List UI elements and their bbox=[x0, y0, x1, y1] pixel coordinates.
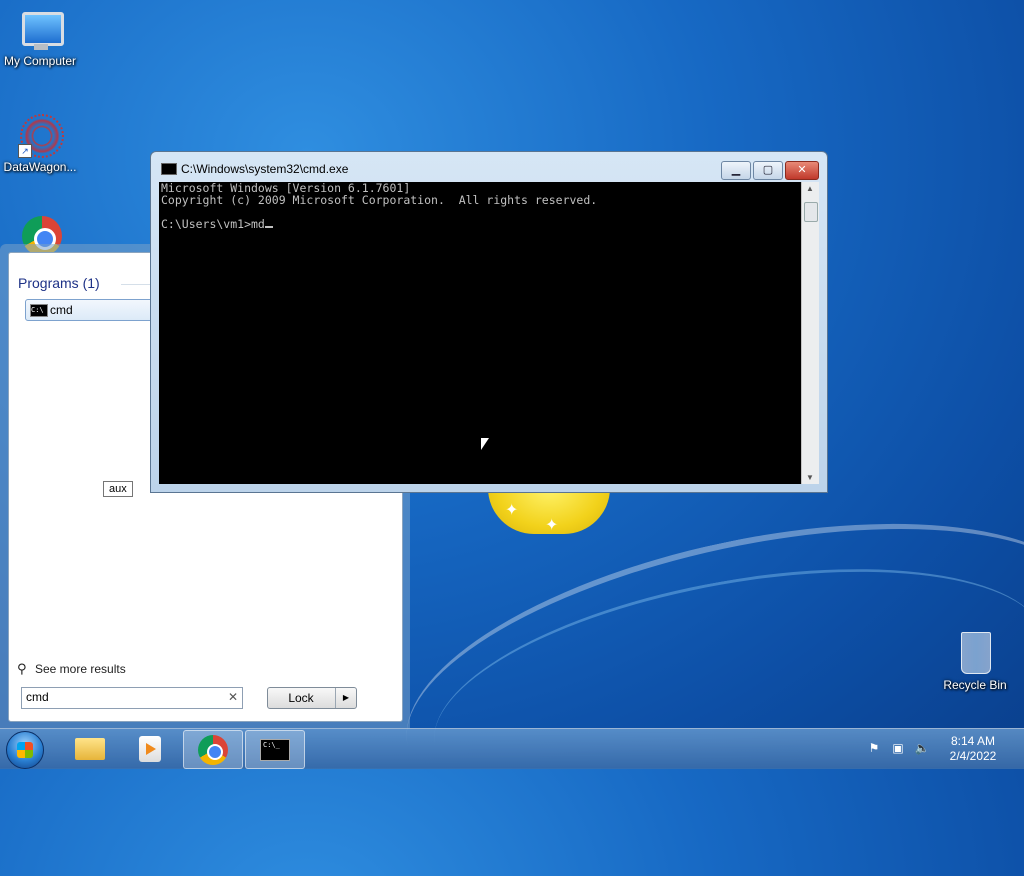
sparkle-icon: ✦ bbox=[505, 502, 519, 519]
computer-icon bbox=[16, 8, 64, 52]
program-result-label: cmd bbox=[50, 303, 73, 317]
sparkle-icon: ✦ bbox=[545, 517, 559, 534]
scroll-thumb[interactable] bbox=[804, 202, 818, 222]
lock-button[interactable]: Lock ▶ bbox=[267, 687, 357, 709]
taskbar-media-player-button[interactable] bbox=[121, 730, 179, 767]
media-player-icon bbox=[139, 736, 161, 762]
windows-logo-icon bbox=[17, 742, 33, 758]
mouse-cursor-icon bbox=[481, 438, 489, 450]
clear-search-icon[interactable]: ✕ bbox=[228, 690, 238, 704]
clock-time: 8:14 AM bbox=[950, 734, 996, 748]
cmd-icon: C:\ bbox=[30, 304, 48, 317]
scroll-down-icon[interactable]: ▼ bbox=[806, 473, 814, 482]
see-more-results-link[interactable]: ⚲ See more results bbox=[17, 661, 126, 677]
cmd-icon: C:\_ bbox=[260, 739, 290, 761]
folder-icon bbox=[75, 738, 105, 760]
desktop-icon-label: My Computer bbox=[3, 54, 77, 68]
console-line: Copyright (c) 2009 Microsoft Corporation… bbox=[161, 193, 598, 207]
volume-icon[interactable]: 🔈 bbox=[914, 741, 930, 755]
start-button[interactable] bbox=[6, 731, 44, 769]
tooltip: aux bbox=[103, 481, 133, 497]
chrome-icon bbox=[198, 735, 228, 765]
desktop-icon-datawagon[interactable]: ↗ DataWagon... bbox=[0, 114, 80, 174]
system-clock[interactable]: 8:14 AM 2/4/2022 bbox=[936, 734, 1010, 764]
taskbar-chrome-button[interactable] bbox=[183, 730, 243, 769]
cmd-window[interactable]: C:\Windows\system32\cmd.exe ▁ ▢ ✕ Micros… bbox=[150, 151, 828, 493]
console-prompt-line: C:\Users\vm1>md bbox=[161, 217, 265, 231]
scroll-up-icon[interactable]: ▲ bbox=[806, 184, 814, 193]
cmd-icon bbox=[161, 163, 177, 175]
text-cursor bbox=[264, 226, 273, 228]
datawagon-icon: ↗ bbox=[16, 114, 64, 158]
console-scrollbar[interactable]: ▲ ▼ bbox=[801, 182, 819, 484]
taskbar-cmd-button[interactable]: C:\_ bbox=[245, 730, 305, 769]
see-more-label: See more results bbox=[35, 662, 126, 676]
desktop-icon-label: Recycle Bin bbox=[943, 678, 1007, 692]
desktop-icon-label: DataWagon... bbox=[3, 160, 77, 174]
minimize-button[interactable]: ▁ bbox=[721, 161, 751, 180]
maximize-button[interactable]: ▢ bbox=[753, 161, 783, 180]
window-title: C:\Windows\system32\cmd.exe bbox=[181, 162, 349, 176]
network-icon[interactable]: ▣ bbox=[890, 741, 906, 755]
search-icon: ⚲ bbox=[17, 661, 27, 676]
lock-button-label: Lock bbox=[288, 691, 314, 705]
clock-date: 2/4/2022 bbox=[949, 749, 997, 763]
recycle-bin-icon bbox=[951, 632, 999, 676]
desktop-icon-my-computer[interactable]: My Computer bbox=[0, 8, 80, 68]
desktop-icon-recycle-bin[interactable]: Recycle Bin bbox=[935, 632, 1015, 692]
programs-header: Programs (1) bbox=[18, 275, 100, 291]
taskbar: C:\_ ⚑ ▣ 🔈 8:14 AM 2/4/2022 bbox=[0, 728, 1024, 769]
start-search-input[interactable] bbox=[26, 689, 222, 705]
console-output[interactable]: Microsoft Windows [Version 6.1.7601] Cop… bbox=[159, 182, 801, 484]
shutdown-options-arrow-icon[interactable]: ▶ bbox=[335, 688, 356, 708]
close-button[interactable]: ✕ bbox=[785, 161, 819, 180]
action-center-flag-icon[interactable]: ⚑ bbox=[866, 741, 882, 755]
start-search-box[interactable]: ✕ bbox=[21, 687, 243, 709]
taskbar-explorer-button[interactable] bbox=[60, 730, 118, 767]
